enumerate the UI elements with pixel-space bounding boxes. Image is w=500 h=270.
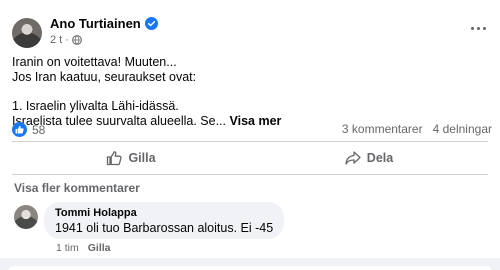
see-more-link[interactable]: Visa mer xyxy=(230,114,282,128)
comment-meta: 1 tim Gilla xyxy=(56,242,111,254)
like-button-label: Gilla xyxy=(128,151,156,165)
post-meta: 2 t · xyxy=(50,34,82,46)
next-post-card xyxy=(8,266,492,270)
like-button[interactable]: Gilla xyxy=(12,143,250,173)
comment-time[interactable]: 1 tim xyxy=(56,242,79,254)
reaction-count: 58 xyxy=(32,122,46,137)
comment-text: 1941 oli tuo Barbarossan aloitus. Ei -45 xyxy=(55,221,274,235)
post-author-row: Ano Turtiainen xyxy=(50,16,158,31)
shares-count-link[interactable]: 4 delningar xyxy=(433,122,492,136)
author-avatar[interactable] xyxy=(12,18,42,48)
divider xyxy=(12,174,488,175)
comments-count-link[interactable]: 3 kommentarer xyxy=(342,122,423,136)
share-button[interactable]: Dela xyxy=(250,143,488,173)
share-button-label: Dela xyxy=(366,151,394,165)
meta-separator: · xyxy=(65,34,69,46)
post-line: Iranin on voitettava! Muuten... xyxy=(12,55,177,69)
post-line: 1. Israelin ylivalta Lähi-idässä. xyxy=(12,99,179,113)
post-author-name[interactable]: Ano Turtiainen xyxy=(50,16,141,31)
verified-badge-icon xyxy=(144,17,158,30)
post-actions: Gilla Dela xyxy=(12,143,488,173)
more-options-icon[interactable] xyxy=(466,18,490,38)
divider xyxy=(12,141,488,142)
globe-icon xyxy=(72,35,82,45)
post-line: Jos Iran kaatuu, seuraukset ovat: xyxy=(12,70,197,84)
thumbs-up-icon xyxy=(107,151,123,166)
engagement-counts: 3 kommentarer 4 delningar xyxy=(342,122,492,136)
share-icon xyxy=(345,151,361,165)
view-more-comments-link[interactable]: Visa fler kommentarer xyxy=(14,181,140,195)
post-card: Ano Turtiainen 2 t · Iranin on voitettav… xyxy=(0,0,500,258)
reaction-summary[interactable]: 58 xyxy=(12,122,45,137)
post-body: Iranin on voitettava! Muuten... Jos Iran… xyxy=(12,55,488,129)
commenter-avatar[interactable] xyxy=(14,205,38,229)
comment-author[interactable]: Tommi Holappa xyxy=(55,207,273,220)
comment-like-button[interactable]: Gilla xyxy=(88,242,111,254)
like-reaction-icon xyxy=(12,122,27,137)
post-time[interactable]: 2 t xyxy=(50,34,62,46)
comment-bubble: Tommi Holappa 1941 oli tuo Barbarossan a… xyxy=(44,202,285,239)
